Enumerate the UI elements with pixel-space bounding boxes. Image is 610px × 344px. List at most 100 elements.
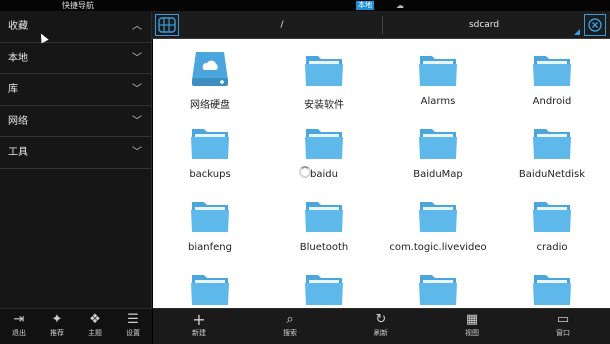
file-name: BaiduNetdisk: [518, 169, 586, 180]
exit-label: 退出: [12, 329, 26, 337]
file-grid: 网络硬盘 安装软件 Alarms Android backups baidu B…: [153, 39, 610, 308]
recommend-label: 推荐: [50, 329, 64, 337]
folder-icon: [191, 275, 229, 305]
settings-icon: ☰: [127, 312, 139, 327]
dropdown-corner-icon[interactable]: [574, 29, 580, 35]
sidebar-item-label: 库: [8, 84, 18, 95]
file-item-folder[interactable]: BaiduMap: [381, 123, 495, 193]
folder-icon: [191, 129, 229, 159]
folder-icon: [533, 56, 571, 86]
path-toggle-button[interactable]: [155, 14, 179, 36]
folder-icon: [533, 275, 571, 305]
file-item-folder[interactable]: 安装软件: [267, 50, 381, 120]
search-label: 搜索: [283, 329, 297, 337]
folder-icon: [419, 202, 457, 232]
sidebar-item-favorites[interactable]: 收藏 ︿: [0, 11, 151, 43]
file-item-folder[interactable]: bianfeng: [153, 196, 267, 266]
file-item-folder[interactable]: Android: [495, 50, 609, 120]
file-name: 网络硬盘: [190, 100, 230, 111]
window-label: 窗口: [556, 329, 570, 337]
chevron-down-icon: ﹀: [132, 52, 142, 64]
new-button[interactable]: + 新建: [183, 309, 215, 344]
search-button[interactable]: ⌕ 搜索: [274, 309, 306, 344]
grid-view-icon: ▦: [465, 312, 479, 327]
local-tag: 本地: [356, 1, 374, 10]
palette-icon: ❖: [89, 312, 101, 327]
refresh-button[interactable]: ↻ 刷新: [365, 309, 397, 344]
file-name: com.togic.livevideo: [389, 242, 487, 253]
settings-label: 设置: [126, 329, 140, 337]
file-item-folder[interactable]: backups: [153, 123, 267, 193]
plus-icon: +: [192, 310, 206, 329]
view-button[interactable]: ▦ 视图: [456, 309, 488, 344]
status-bar: 快捷导航 本地 ☁: [0, 0, 610, 11]
breadcrumb-root[interactable]: /: [182, 11, 382, 39]
cloud-drive-icon: [192, 52, 228, 86]
app-title: 快捷导航: [62, 1, 94, 10]
sidebar-item-library[interactable]: 库 ﹀: [0, 74, 151, 106]
folder-icon: [191, 202, 229, 232]
theme-label: 主题: [88, 329, 102, 337]
file-item-folder[interactable]: BaiduNetdisk: [495, 123, 609, 193]
chevron-down-icon: ﹀: [132, 115, 142, 127]
file-item-folder[interactable]: [267, 269, 381, 308]
path-bar: / sdcard: [152, 11, 610, 39]
folder-icon: [305, 56, 343, 86]
refresh-icon: ↻: [375, 312, 387, 327]
file-name: Android: [532, 96, 572, 107]
folder-icon: [533, 202, 571, 232]
file-name: BaiduMap: [413, 169, 463, 180]
folder-icon: [419, 56, 457, 86]
file-item-folder[interactable]: cradio: [495, 196, 609, 266]
folder-icon: [305, 275, 343, 305]
sidebar-toolbar: ⇥ 退出 ✦ 推荐 ❖ 主题 ☰ 设置: [0, 308, 152, 344]
folder-icon: [305, 202, 343, 232]
window-button[interactable]: ▭ 窗口: [547, 309, 579, 344]
breadcrumb-divider: [382, 16, 383, 34]
exit-button[interactable]: ⇥ 退出: [4, 309, 34, 344]
chevron-down-icon: ﹀: [132, 147, 142, 158]
chevron-down-icon: ﹀: [132, 84, 142, 95]
folder-icon: [419, 275, 457, 305]
window-icon: ▭: [556, 312, 570, 327]
file-name: Alarms: [420, 96, 456, 107]
sidebar: 收藏 ︿ 本地 ﹀ 库 ﹀ 网络 ﹀ 工具 ﹀: [0, 11, 152, 308]
folder-icon: [533, 129, 571, 159]
close-button[interactable]: [584, 14, 606, 36]
refresh-label: 刷新: [374, 329, 388, 337]
file-item-folder[interactable]: Bluetooth: [267, 196, 381, 266]
file-item-folder[interactable]: Alarms: [381, 50, 495, 120]
breadcrumb-current[interactable]: sdcard: [384, 11, 584, 39]
file-item-folder[interactable]: com.togic.livevideo: [381, 196, 495, 266]
sidebar-item-label: 工具: [8, 147, 28, 158]
file-name: Bluetooth: [299, 242, 349, 253]
file-name: backups: [189, 169, 231, 180]
file-item-folder[interactable]: [153, 269, 267, 308]
recommend-button[interactable]: ✦ 推荐: [42, 309, 72, 344]
sidebar-item-label: 本地: [8, 52, 28, 64]
sidebar-item-tools[interactable]: 工具 ﹀: [0, 137, 151, 169]
file-item-folder[interactable]: [495, 269, 609, 308]
file-item-folder[interactable]: [381, 269, 495, 308]
sidebar-item-local[interactable]: 本地 ﹀: [0, 43, 151, 74]
sidebar-item-label: 网络: [8, 115, 28, 127]
exit-icon: ⇥: [13, 312, 25, 327]
theme-button[interactable]: ❖ 主题: [80, 309, 110, 344]
sidebar-item-network[interactable]: 网络 ﹀: [0, 106, 151, 137]
file-item-folder[interactable]: baidu: [267, 123, 381, 193]
file-item-cloud-drive[interactable]: 网络硬盘: [153, 50, 267, 120]
file-name: bianfeng: [188, 242, 232, 253]
file-name: 安装软件: [304, 100, 344, 111]
close-icon: [588, 18, 602, 32]
new-label: 新建: [192, 329, 206, 337]
loading-spinner-icon: [299, 166, 311, 178]
file-name: cradio: [536, 242, 568, 253]
main-toolbar: + 新建 ⌕ 搜索 ↻ 刷新 ▦ 视图 ▭ 窗口: [153, 308, 610, 344]
sidebar-item-label: 收藏: [8, 21, 28, 32]
globe-icon: [158, 17, 176, 33]
gift-icon: ✦: [51, 312, 63, 327]
chevron-up-icon: ︿: [132, 21, 142, 32]
folder-icon: [305, 129, 343, 159]
cloud-icon: ☁: [396, 1, 404, 10]
settings-button[interactable]: ☰ 设置: [118, 309, 148, 344]
